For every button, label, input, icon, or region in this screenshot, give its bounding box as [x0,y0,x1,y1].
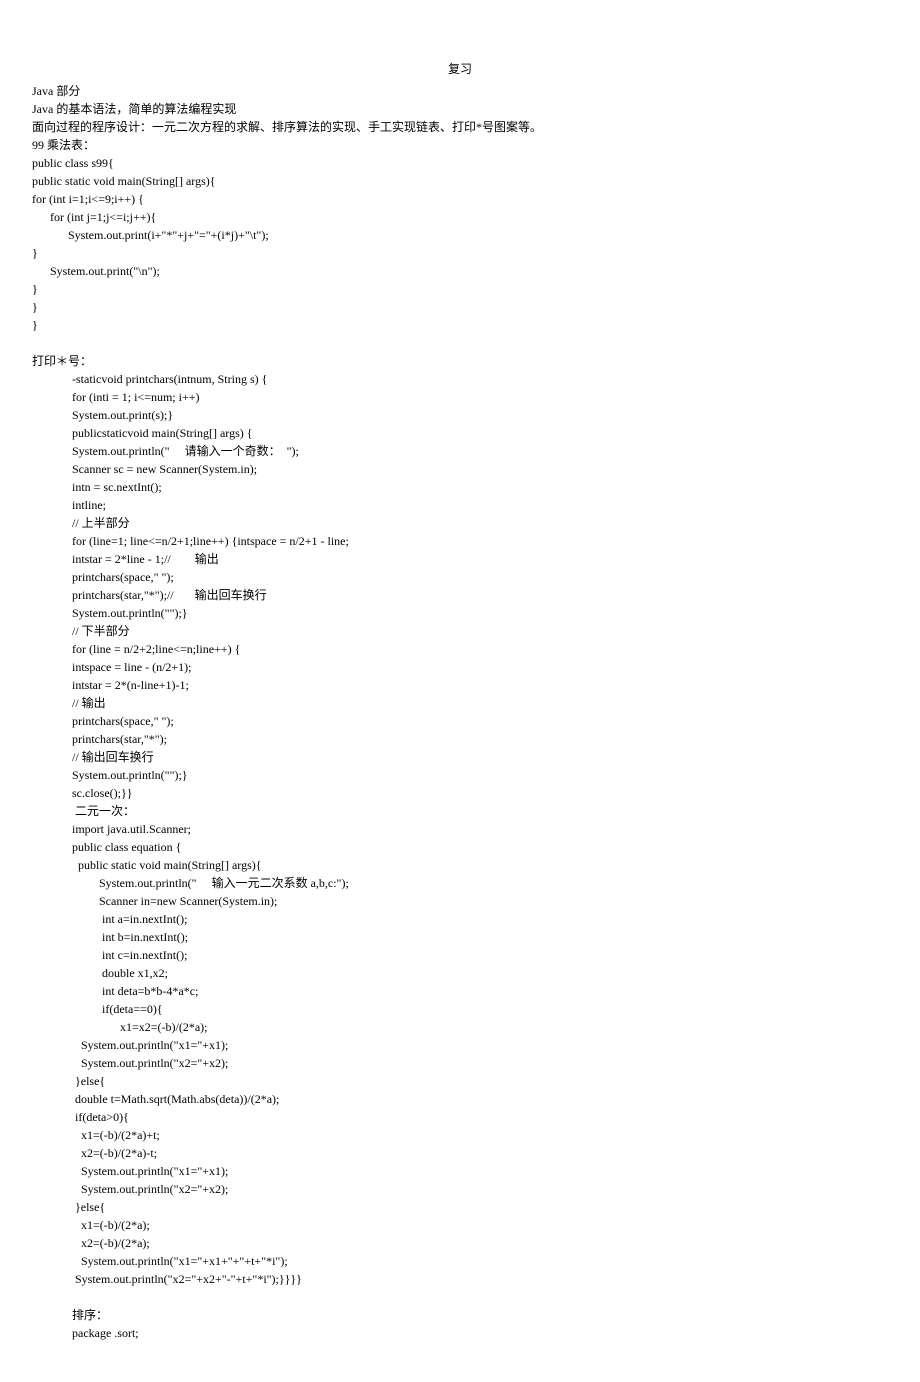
code-line: }else{ [32,1072,888,1090]
code-line: publicstaticvoid main(String[] args) { [32,424,888,442]
code-line: for (int j=1;j<=i;j++){ [32,208,888,226]
code-line: public class s99{ [32,154,888,172]
blank-line [32,334,888,352]
code-line: for (inti = 1; i<=num; i++) [32,388,888,406]
code-line: for (int i=1;i<=9;i++) { [32,190,888,208]
code-line: // 下半部分 [32,622,888,640]
code-line: } [32,316,888,334]
code-line: if(deta==0){ [32,1000,888,1018]
code-line: int c=in.nextInt(); [32,946,888,964]
code-line: System.out.println(" 请输入一个奇数： "); [32,442,888,460]
code-line: System.out.println("x1="+x1+"+"+t+"*i"); [32,1252,888,1270]
code-line: import java.util.Scanner; [32,820,888,838]
code-line: intstar = 2*line - 1;// 输出 [32,550,888,568]
code-line: public static void main(String[] args){ [32,172,888,190]
code-line: sc.close();}} [32,784,888,802]
code-line: System.out.println("x2="+x2); [32,1054,888,1072]
code-line: printchars(star,"*"); [32,730,888,748]
code-line: printchars(space," "); [32,712,888,730]
code-line: System.out.println(" 输入一元二次系数 a,b,c:"); [32,874,888,892]
code-line: x2=(-b)/(2*a); [32,1234,888,1252]
code-line: printchars(star,"*");// 输出回车换行 [32,586,888,604]
intro-line: Java 的基本语法，简单的算法编程实现 [32,100,888,118]
code-line: intn = sc.nextInt(); [32,478,888,496]
code-line: // 输出回车换行 [32,748,888,766]
code-line: System.out.println("x1="+x1); [32,1162,888,1180]
page-title: 复习 [32,60,888,78]
code-line: intline; [32,496,888,514]
code-line: int a=in.nextInt(); [32,910,888,928]
code-line: System.out.print(i+"*"+j+"="+(i*j)+"\t")… [32,226,888,244]
code-line: -staticvoid printchars(intnum, String s)… [32,370,888,388]
code-line: Scanner in=new Scanner(System.in); [32,892,888,910]
code-line: System.out.print(s);} [32,406,888,424]
section-title: 排序： [32,1306,888,1324]
code-line: System.out.println("");} [32,766,888,784]
page: 复习 Java 部分 Java 的基本语法，简单的算法编程实现 面向过程的程序设… [0,0,920,1382]
code-line: double t=Math.sqrt(Math.abs(deta))/(2*a)… [32,1090,888,1108]
code-line: System.out.println("x1="+x1); [32,1036,888,1054]
intro-line: 99 乘法表： [32,136,888,154]
section-title: 二元一次： [32,802,888,820]
code-line: } [32,298,888,316]
code-line: x1=(-b)/(2*a)+t; [32,1126,888,1144]
code-line: // 输出 [32,694,888,712]
code-line: } [32,280,888,298]
code-line: for (line = n/2+2;line<=n;line++) { [32,640,888,658]
code-line: public static void main(String[] args){ [32,856,888,874]
code-line: // 上半部分 [32,514,888,532]
code-line: System.out.println("x2="+x2+"-"+t+"*i");… [32,1270,888,1288]
code-line: x1=(-b)/(2*a); [32,1216,888,1234]
intro-line: Java 部分 [32,82,888,100]
code-line: intspace = line - (n/2+1); [32,658,888,676]
code-line: System.out.println("x2="+x2); [32,1180,888,1198]
code-line: int deta=b*b-4*a*c; [32,982,888,1000]
code-line: System.out.println("");} [32,604,888,622]
code-line: int b=in.nextInt(); [32,928,888,946]
section-title: 打印＊号： [32,352,888,370]
code-line: x2=(-b)/(2*a)-t; [32,1144,888,1162]
code-line: x1=x2=(-b)/(2*a); [32,1018,888,1036]
code-line: } [32,244,888,262]
code-line: printchars(space," "); [32,568,888,586]
code-line: public class equation { [32,838,888,856]
code-line: double x1,x2; [32,964,888,982]
blank-line [32,1288,888,1306]
code-line: Scanner sc = new Scanner(System.in); [32,460,888,478]
code-line: package .sort; [32,1324,888,1342]
code-line: if(deta>0){ [32,1108,888,1126]
intro-line: 面向过程的程序设计：一元二次方程的求解、排序算法的实现、手工实现链表、打印*号图… [32,118,888,136]
code-line: System.out.print("\n"); [32,262,888,280]
code-line: intstar = 2*(n-line+1)-1; [32,676,888,694]
code-line: }else{ [32,1198,888,1216]
code-line: for (line=1; line<=n/2+1;line++) {intspa… [32,532,888,550]
